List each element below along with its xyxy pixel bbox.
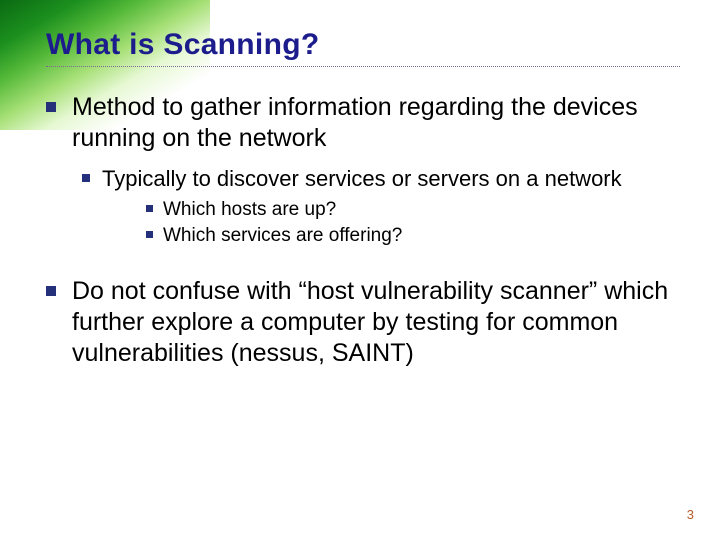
square-bullet-icon <box>46 102 56 112</box>
square-bullet-icon <box>146 231 153 238</box>
slide-title: What is Scanning? <box>46 28 680 64</box>
slide-body: Method to gather information regarding t… <box>46 92 680 379</box>
square-bullet-icon <box>82 174 90 182</box>
bullet-level1: Do not confuse with “host vulnerability … <box>46 276 680 370</box>
bullet-text: Typically to discover services or server… <box>102 165 622 193</box>
bullet-text: Which services are offering? <box>163 224 402 248</box>
bullet-text: Method to gather information regarding t… <box>72 92 680 155</box>
bullet-text: Do not confuse with “host vulnerability … <box>72 276 680 370</box>
square-bullet-icon <box>146 205 153 212</box>
spacer <box>46 250 680 276</box>
title-underline <box>46 66 680 67</box>
square-bullet-icon <box>46 286 56 296</box>
title-area: What is Scanning? <box>46 28 680 67</box>
bullet-level2: Typically to discover services or server… <box>82 165 680 193</box>
page-number: 3 <box>687 507 694 522</box>
bullet-level1: Method to gather information regarding t… <box>46 92 680 155</box>
slide: What is Scanning? Method to gather infor… <box>0 0 720 540</box>
bullet-level3: Which services are offering? <box>146 224 680 248</box>
bullet-text: Which hosts are up? <box>163 198 336 222</box>
bullet-level3: Which hosts are up? <box>146 198 680 222</box>
